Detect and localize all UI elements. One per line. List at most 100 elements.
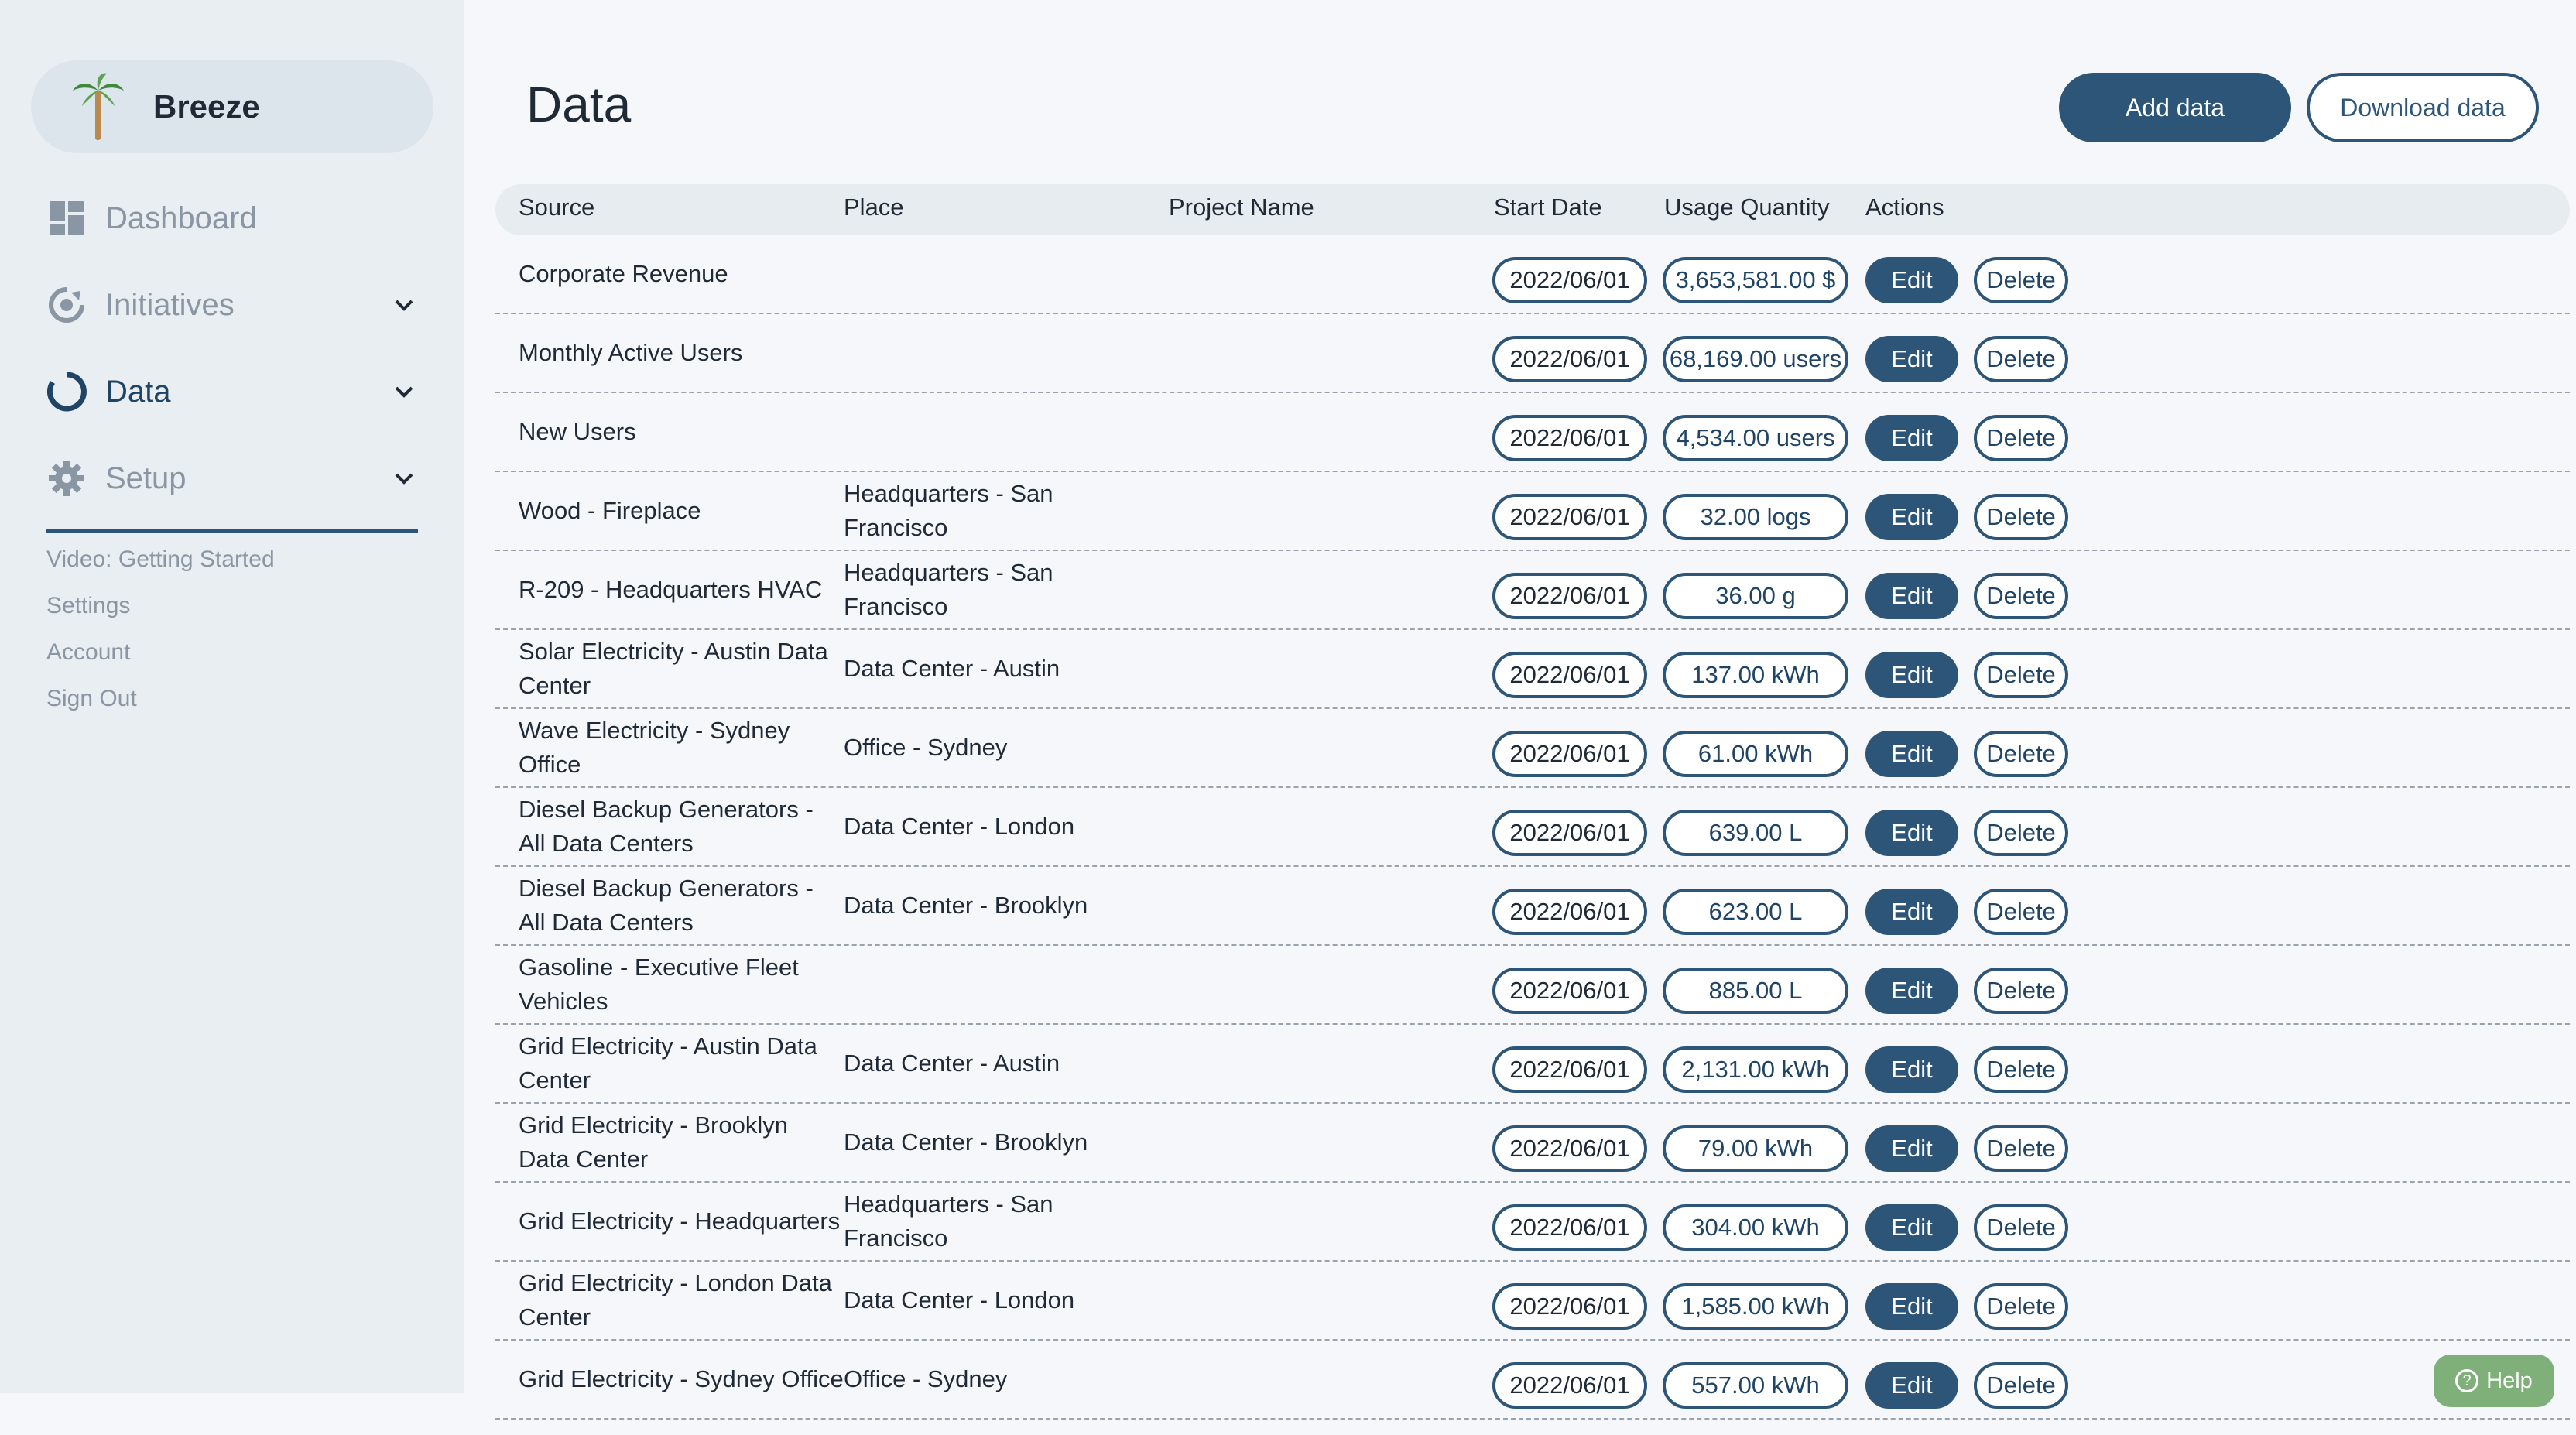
start-date-field[interactable]: 2022/06/01 — [1492, 1125, 1647, 1172]
delete-button[interactable]: Delete — [1974, 257, 2068, 303]
start-date-field[interactable]: 2022/06/01 — [1492, 1204, 1647, 1251]
chevron-down-icon[interactable] — [390, 291, 418, 319]
start-date-field[interactable]: 2022/06/01 — [1492, 889, 1647, 935]
table-row: Wave Electricity - Sydney Office Office -… — [495, 709, 2570, 788]
usage-quantity-field[interactable]: 639.00 L — [1663, 810, 1848, 856]
table-row: Grid Electricity - London Data Center Dat… — [495, 1262, 2570, 1341]
usage-quantity-field[interactable]: 3,653,581.00 $ — [1663, 257, 1848, 303]
edit-button[interactable]: Edit — [1865, 573, 1958, 619]
delete-button[interactable]: Delete — [1974, 1046, 2068, 1093]
cell-place: Data Center - Austin — [844, 655, 1060, 682]
cell-source: Diesel Backup Generators - All Data Cent… — [519, 796, 814, 857]
edit-button[interactable]: Edit — [1865, 415, 1958, 461]
edit-button[interactable]: Edit — [1865, 731, 1958, 777]
delete-button[interactable]: Delete — [1974, 1283, 2068, 1330]
cell-place: Data Center - Brooklyn — [844, 1128, 1088, 1156]
usage-quantity-field[interactable]: 304.00 kWh — [1663, 1204, 1848, 1251]
chevron-down-icon[interactable] — [390, 378, 418, 406]
delete-button[interactable]: Delete — [1974, 810, 2068, 856]
start-date-field[interactable]: 2022/06/01 — [1492, 573, 1647, 619]
header-project[interactable]: Project Name — [1169, 194, 1314, 221]
usage-quantity-field[interactable]: 32.00 logs — [1663, 494, 1848, 540]
edit-button[interactable]: Edit — [1865, 968, 1958, 1014]
usage-quantity-field[interactable]: 79.00 kWh — [1663, 1125, 1848, 1172]
start-date-field[interactable]: 2022/06/01 — [1492, 257, 1647, 303]
download-data-button[interactable]: Download data — [2307, 73, 2539, 142]
delete-button[interactable]: Delete — [1974, 1362, 2068, 1409]
usage-quantity-field[interactable]: 137.00 kWh — [1663, 652, 1848, 698]
side-link-settings[interactable]: Settings — [46, 593, 130, 619]
nav-dashboard-label: Dashboard — [105, 200, 257, 235]
table-row: R-209 - Headquarters HVAC Headquarters - … — [495, 551, 2570, 630]
delete-button[interactable]: Delete — [1974, 968, 2068, 1014]
nav-data[interactable]: Data — [46, 361, 418, 423]
delete-button[interactable]: Delete — [1974, 1204, 2068, 1251]
delete-button[interactable]: Delete — [1974, 336, 2068, 382]
table-row: Grid Electricity - Sydney Office Office -… — [495, 1341, 2570, 1420]
cell-source: New Users — [519, 418, 636, 445]
start-date-field[interactable]: 2022/06/01 — [1492, 968, 1647, 1014]
usage-quantity-field[interactable]: 4,534.00 users — [1663, 415, 1848, 461]
usage-quantity-field[interactable]: 623.00 L — [1663, 889, 1848, 935]
cell-source: Wood - Fireplace — [519, 497, 701, 524]
edit-button[interactable]: Edit — [1865, 1283, 1958, 1330]
edit-button[interactable]: Edit — [1865, 652, 1958, 698]
delete-button[interactable]: Delete — [1974, 1125, 2068, 1172]
edit-button[interactable]: Edit — [1865, 494, 1958, 540]
edit-button[interactable]: Edit — [1865, 257, 1958, 303]
start-date-field[interactable]: 2022/06/01 — [1492, 731, 1647, 777]
start-date-field[interactable]: 2022/06/01 — [1492, 652, 1647, 698]
start-date-field[interactable]: 2022/06/01 — [1492, 494, 1647, 540]
header-usage[interactable]: Usage Quantity — [1664, 194, 1830, 221]
side-link-account[interactable]: Account — [46, 639, 130, 666]
start-date-field[interactable]: 2022/06/01 — [1492, 1283, 1647, 1330]
table-row: Monthly Active Users 2022/06/01 68,169.00 … — [495, 314, 2570, 393]
table-row: New Users 2022/06/01 4,534.00 users Edit Del… — [495, 393, 2570, 472]
cell-source: R-209 - Headquarters HVAC — [519, 576, 823, 603]
nav-initiatives[interactable]: Initiatives — [46, 274, 418, 336]
usage-quantity-field[interactable]: 36.00 g — [1663, 573, 1848, 619]
header-place[interactable]: Place — [844, 194, 904, 221]
usage-quantity-field[interactable]: 1,585.00 kWh — [1663, 1283, 1848, 1330]
delete-button[interactable]: Delete — [1974, 494, 2068, 540]
start-date-field[interactable]: 2022/06/01 — [1492, 1046, 1647, 1093]
brand[interactable]: Breeze — [31, 60, 433, 153]
usage-quantity-field[interactable]: 68,169.00 users — [1663, 336, 1848, 382]
edit-button[interactable]: Edit — [1865, 1046, 1958, 1093]
table-row: Gasoline - Executive Fleet Vehicles 2022/… — [495, 946, 2570, 1025]
header-start-date[interactable]: Start Date — [1494, 194, 1602, 221]
edit-button[interactable]: Edit — [1865, 1204, 1958, 1251]
usage-quantity-field[interactable]: 2,131.00 kWh — [1663, 1046, 1848, 1093]
edit-button[interactable]: Edit — [1865, 1125, 1958, 1172]
cell-source: Grid Electricity - Sydney Office — [519, 1365, 844, 1392]
add-data-button[interactable]: Add data — [2059, 73, 2291, 142]
start-date-field[interactable]: 2022/06/01 — [1492, 415, 1647, 461]
nav-setup[interactable]: Setup — [46, 447, 418, 509]
side-link-sign-out[interactable]: Sign Out — [46, 686, 137, 712]
help-button[interactable]: ? Help — [2434, 1355, 2554, 1407]
delete-button[interactable]: Delete — [1974, 415, 2068, 461]
start-date-field[interactable]: 2022/06/01 — [1492, 336, 1647, 382]
delete-button[interactable]: Delete — [1974, 731, 2068, 777]
delete-button[interactable]: Delete — [1974, 652, 2068, 698]
edit-button[interactable]: Edit — [1865, 889, 1958, 935]
sidebar-divider — [46, 529, 418, 533]
edit-button[interactable]: Edit — [1865, 1362, 1958, 1409]
chevron-down-icon[interactable] — [390, 464, 418, 492]
usage-quantity-field[interactable]: 557.00 kWh — [1663, 1362, 1848, 1409]
delete-button[interactable]: Delete — [1974, 573, 2068, 619]
edit-button[interactable]: Edit — [1865, 810, 1958, 856]
delete-button[interactable]: Delete — [1974, 889, 2068, 935]
start-date-field[interactable]: 2022/06/01 — [1492, 810, 1647, 856]
table-row: Grid Electricity - Brooklyn Data Center D… — [495, 1104, 2570, 1183]
usage-quantity-field[interactable]: 885.00 L — [1663, 968, 1848, 1014]
header-source[interactable]: Source — [519, 194, 594, 221]
nav-dashboard[interactable]: Dashboard — [46, 187, 418, 249]
side-link-video[interactable]: Video: Getting Started — [46, 546, 275, 573]
nav-setup-label: Setup — [105, 461, 187, 495]
nav-initiatives-label: Initiatives — [105, 287, 235, 322]
usage-quantity-field[interactable]: 61.00 kWh — [1663, 731, 1848, 777]
start-date-field[interactable]: 2022/06/01 — [1492, 1362, 1647, 1409]
table-header: Source Place Project Name Start Date Usa… — [495, 184, 2570, 235]
edit-button[interactable]: Edit — [1865, 336, 1958, 382]
